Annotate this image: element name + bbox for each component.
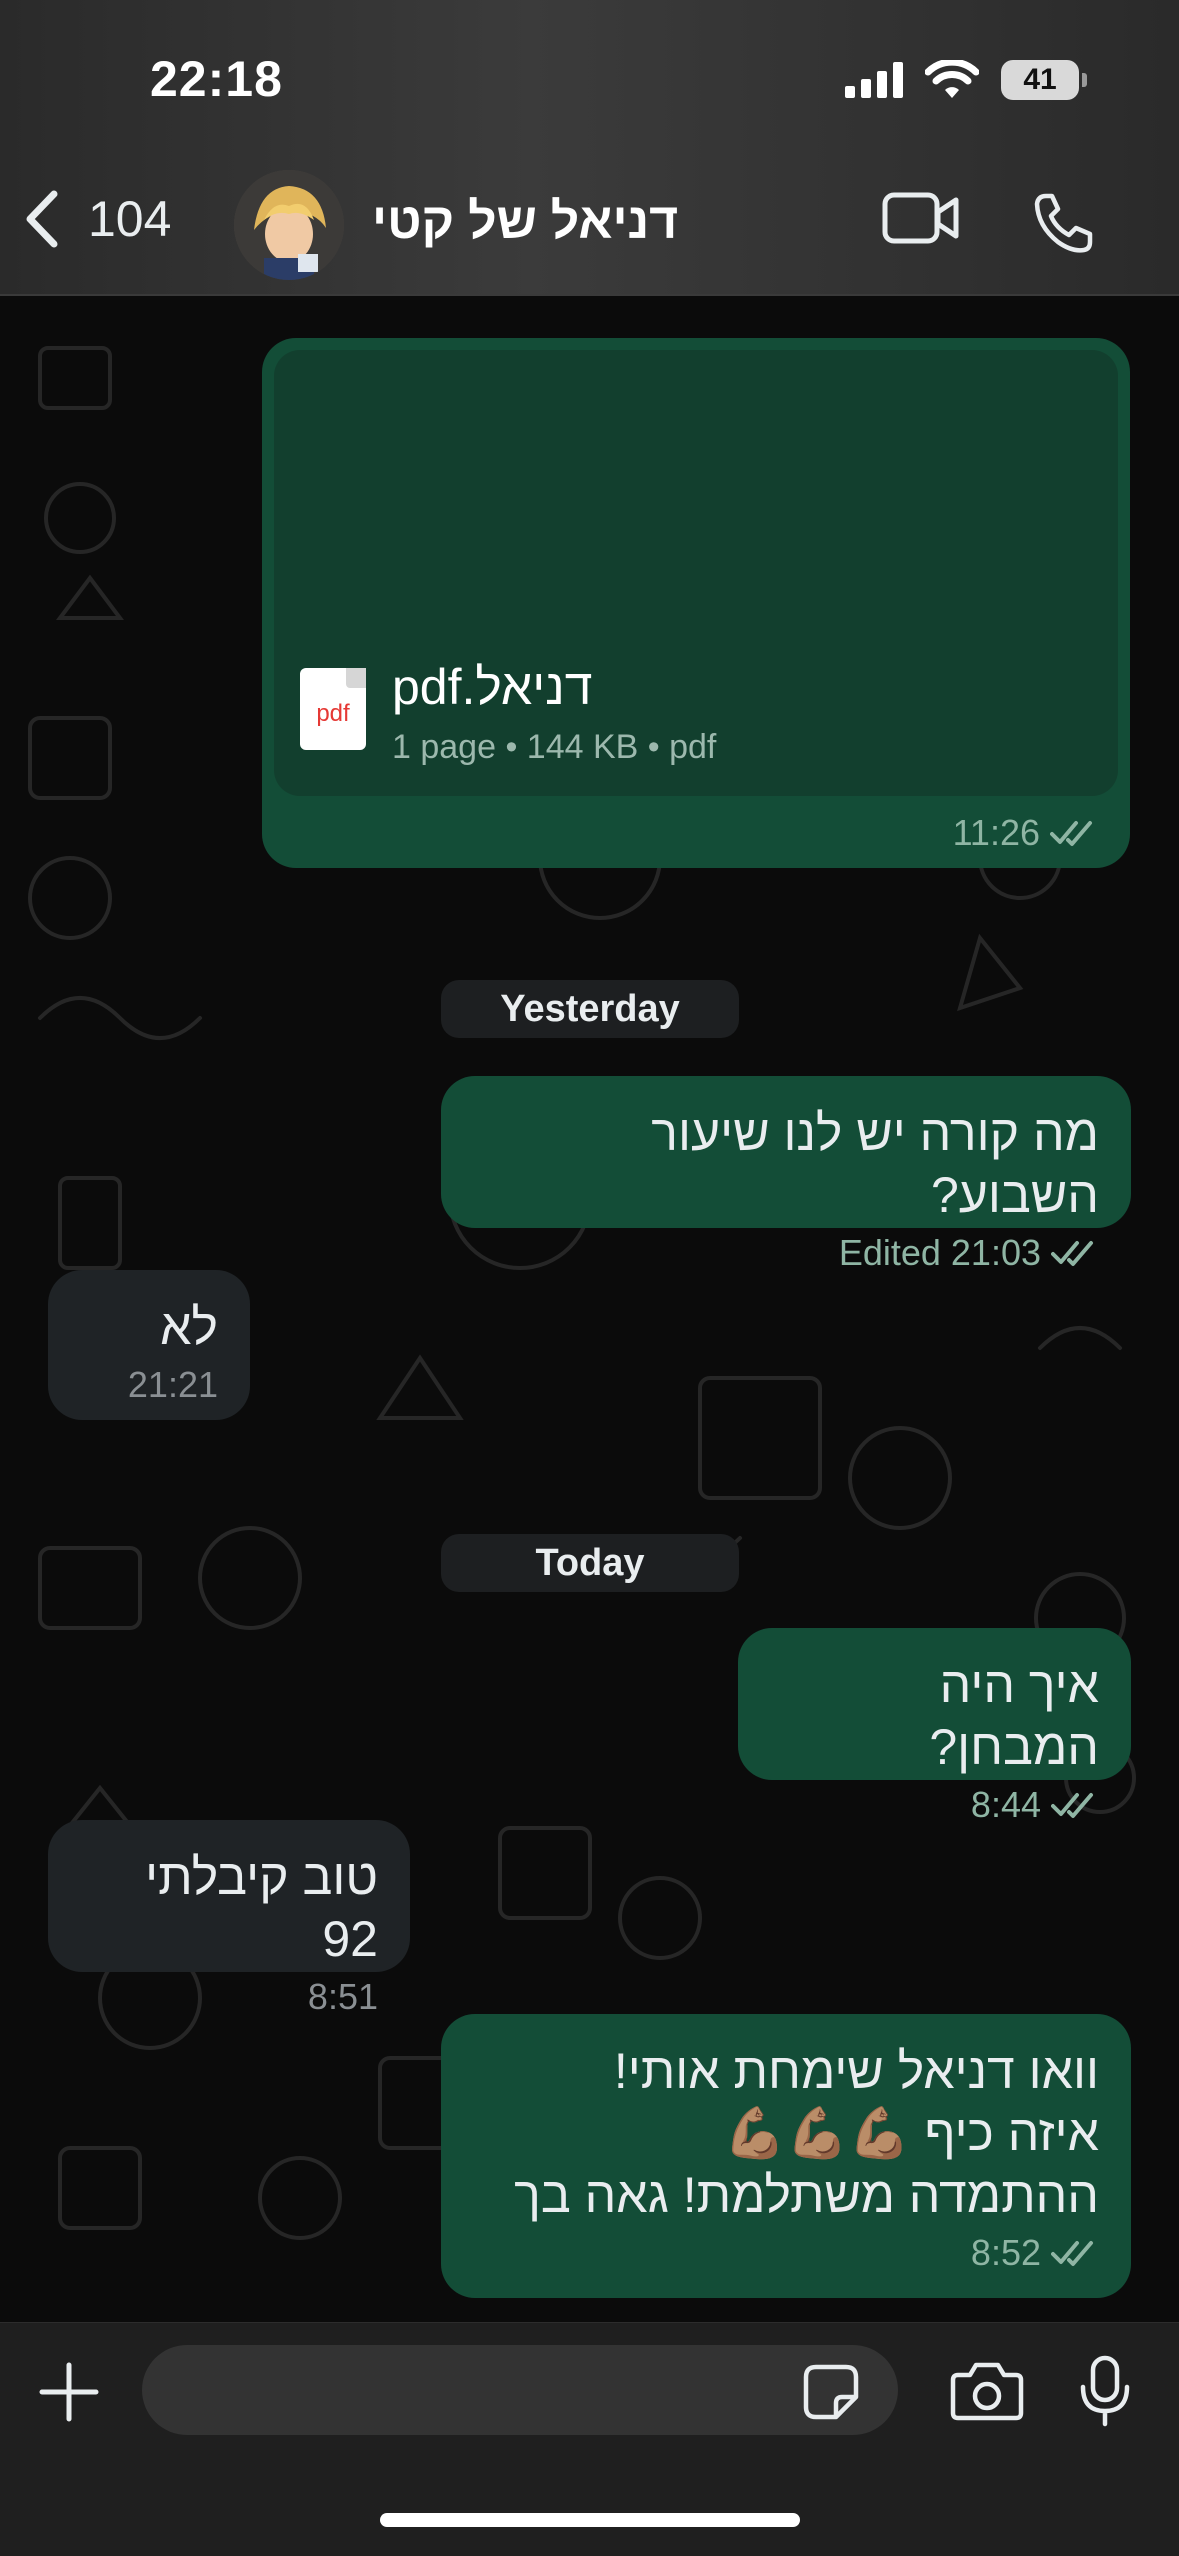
home-indicator[interactable] — [380, 2513, 800, 2527]
message-text: לא — [160, 1299, 218, 1355]
message-meta: 8:44 — [770, 1784, 1099, 1826]
message-meta: 8:52 — [473, 2232, 1099, 2274]
read-ticks-icon — [1050, 821, 1092, 846]
message-meta: 21:21 — [80, 1364, 218, 1406]
phone-icon[interactable] — [1032, 192, 1094, 254]
pdf-file-name: pdf.דניאל — [392, 659, 593, 715]
status-icons: 41 — [845, 60, 1087, 100]
pdf-badge: pdf — [316, 700, 350, 727]
pdf-file-info: 1 page • 144 KB • pdf — [392, 728, 717, 766]
message-line: וואו דניאל שימחת אותי! — [613, 2043, 1099, 2099]
battery-level: 41 — [1023, 63, 1057, 96]
video-call-icon[interactable] — [882, 190, 960, 246]
message-line: איזה כיף 💪🏽💪🏽💪🏽 — [723, 2105, 1099, 2161]
incoming-message[interactable]: לא 21:21 — [48, 1270, 250, 1420]
sticker-icon[interactable] — [802, 2363, 860, 2421]
pdf-file-icon: pdf — [300, 668, 366, 750]
top-bar: 22:18 41 104 דניאל של קטי — [0, 0, 1179, 296]
message-text: איך היה המבחן? — [929, 1657, 1099, 1775]
message-meta: Edited 21:03 — [473, 1232, 1099, 1274]
outgoing-message[interactable]: איך היה המבחן? 8:44 — [738, 1628, 1131, 1825]
unread-count: 104 — [88, 191, 172, 247]
cellular-signal-icon — [845, 62, 903, 98]
avatar[interactable] — [234, 170, 344, 280]
wifi-icon — [925, 60, 979, 98]
message-time: 8:44 — [970, 1784, 1041, 1825]
message-meta: 11:26 — [953, 812, 1098, 854]
message-text: טוב קיבלתי 92 — [145, 1849, 378, 1967]
microphone-icon[interactable] — [1078, 2355, 1132, 2427]
contact-name[interactable]: דניאל של קטי — [372, 192, 678, 250]
message-time: 21:03 — [950, 1232, 1041, 1273]
battery-icon: 41 — [1001, 60, 1087, 100]
message-time: 8:52 — [970, 2232, 1041, 2273]
incoming-message[interactable]: טוב קיבלתי 92 8:51 — [48, 1820, 410, 2017]
message-input[interactable] — [142, 2345, 898, 2435]
edited-label: Edited — [838, 1232, 941, 1273]
message-text: מה קורה יש לנו שיעור השבוע? — [651, 1105, 1099, 1223]
plus-icon[interactable] — [38, 2361, 100, 2423]
message-meta: 8:51 — [80, 1976, 378, 2018]
message-line: ההתמדה משתלמת! גאה בך — [514, 2167, 1099, 2223]
message-time: 21:21 — [127, 1364, 218, 1405]
read-ticks-icon — [1051, 1241, 1093, 1266]
camera-icon[interactable] — [950, 2361, 1024, 2421]
message-time: 11:26 — [952, 812, 1040, 853]
pdf-message[interactable]: pdf pdf.דניאל 1 page • 144 KB • pdf 11:2… — [262, 338, 1130, 868]
read-ticks-icon — [1051, 1793, 1093, 1818]
chevron-left-icon — [26, 190, 58, 248]
status-time: 22:18 — [150, 51, 283, 107]
chat-area[interactable]: pdf pdf.דניאל 1 page • 144 KB • pdf 11:2… — [0, 298, 1179, 2322]
message-time: 8:51 — [307, 1976, 378, 2017]
back-button[interactable]: 104 — [22, 190, 171, 248]
outgoing-message[interactable]: וואו דניאל שימחת אותי! איזה כיף 💪🏽💪🏽💪🏽 ה… — [441, 2014, 1131, 2298]
outgoing-message[interactable]: מה קורה יש לנו שיעור השבוע? Edited 21:03 — [441, 1076, 1131, 1273]
date-separator-yesterday: Yesterday — [441, 980, 739, 1038]
date-separator-today: Today — [441, 1534, 739, 1592]
read-ticks-icon — [1051, 2241, 1093, 2266]
